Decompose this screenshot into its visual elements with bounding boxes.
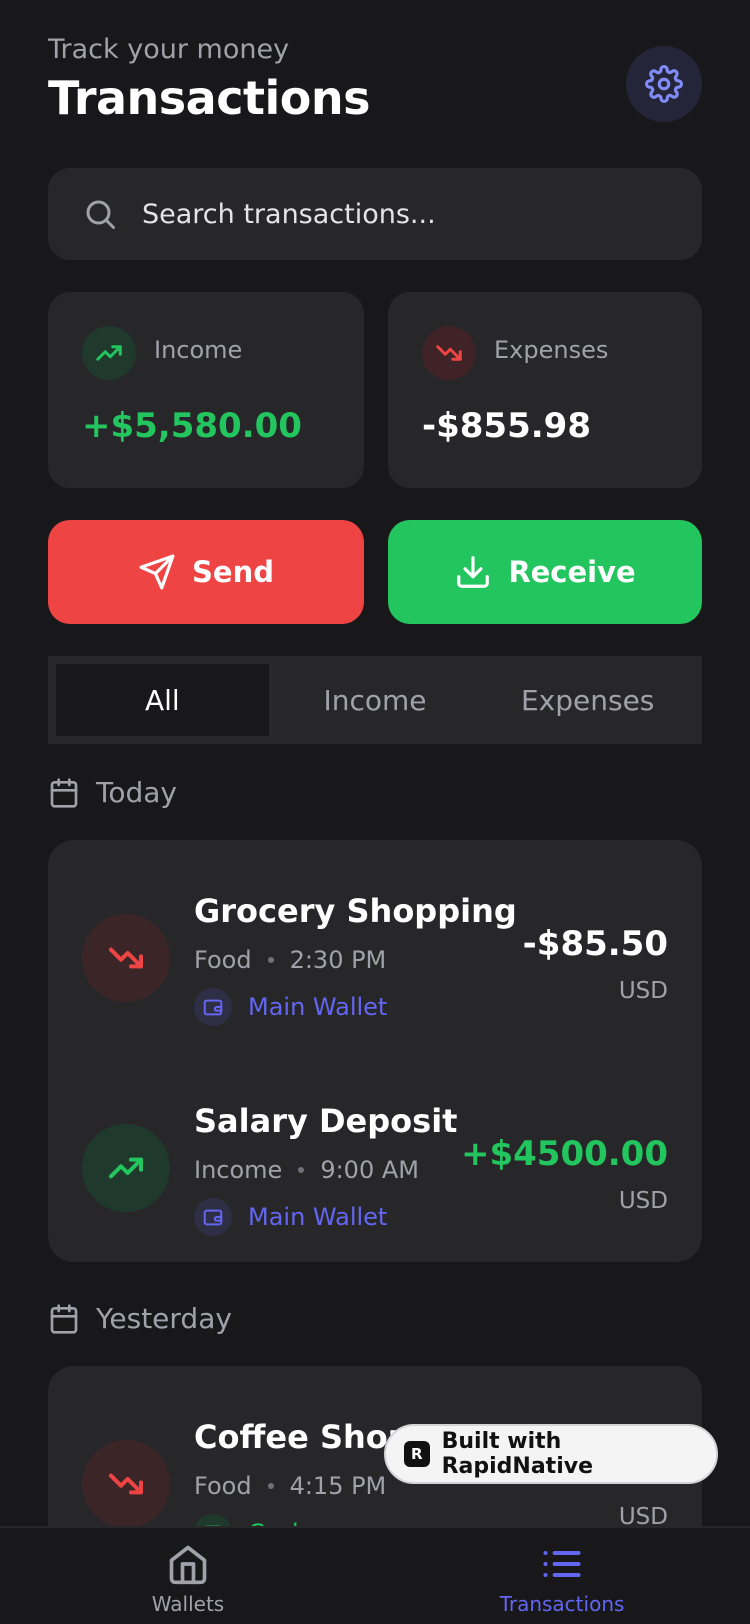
download-icon bbox=[457, 556, 490, 588]
search-placeholder: Search transactions... bbox=[142, 198, 436, 230]
transaction-title: Coffee Shop bbox=[194, 1418, 411, 1456]
list-icon bbox=[543, 1550, 581, 1578]
transaction-title: Grocery Shopping bbox=[194, 892, 517, 930]
wallet-name: Main Wallet bbox=[248, 1203, 388, 1231]
wallet-icon bbox=[194, 1198, 232, 1236]
transaction-time: 4:15 PM bbox=[289, 1472, 387, 1500]
wallet-icon bbox=[194, 988, 232, 1026]
search-icon bbox=[86, 200, 115, 229]
tab-all[interactable]: All bbox=[56, 664, 269, 736]
receive-button[interactable]: Receive bbox=[388, 520, 702, 624]
calendar-icon bbox=[50, 1303, 78, 1334]
transaction-meta: Food 2:30 PM bbox=[194, 946, 386, 974]
transaction-currency: USD bbox=[618, 978, 668, 1004]
trending-down-icon bbox=[82, 1440, 170, 1528]
page-title: Transactions bbox=[48, 71, 370, 125]
transaction-category: Food bbox=[194, 946, 252, 974]
search-input[interactable]: Search transactions... bbox=[48, 168, 702, 260]
separator-dot bbox=[267, 1483, 274, 1489]
transaction-amount: -$85.50 bbox=[522, 924, 668, 964]
trending-down-icon bbox=[82, 914, 170, 1002]
expenses-value: -$855.98 bbox=[422, 406, 591, 446]
separator-dot bbox=[267, 957, 274, 963]
income-summary-card: Income +$5,580.00 bbox=[48, 292, 364, 488]
page-subtitle: Track your money bbox=[48, 34, 290, 65]
date-label: Yesterday bbox=[96, 1302, 232, 1335]
transaction-category: Income bbox=[194, 1156, 283, 1184]
income-value: +$5,580.00 bbox=[82, 406, 302, 446]
transaction-group-card: Grocery Shopping Food 2:30 PM Main Walle… bbox=[48, 840, 702, 1262]
nav-label: Wallets bbox=[151, 1592, 225, 1616]
transactions-screen: Track your money Transactions Search tra… bbox=[0, 0, 750, 1624]
home-icon bbox=[169, 1545, 207, 1585]
transaction-time: 9:00 AM bbox=[320, 1156, 419, 1184]
tab-income[interactable]: Income bbox=[269, 664, 482, 736]
transaction-amount: +$4500.00 bbox=[460, 1134, 668, 1174]
nav-label: Transactions bbox=[499, 1592, 625, 1616]
wallet-name: Main Wallet bbox=[248, 993, 388, 1021]
income-label: Income bbox=[154, 336, 243, 364]
rapidnative-logo-icon: R bbox=[404, 1441, 430, 1467]
nav-item-transactions[interactable]: Transactions bbox=[462, 1542, 662, 1616]
tab-expenses[interactable]: Expenses bbox=[481, 664, 694, 736]
transaction-meta: Food 4:15 PM bbox=[194, 1472, 386, 1500]
transaction-category: Food bbox=[194, 1472, 252, 1500]
expenses-label: Expenses bbox=[494, 336, 609, 364]
filter-tabs: All Income Expenses bbox=[48, 656, 702, 744]
transaction-currency: USD bbox=[618, 1188, 668, 1214]
badge-text: Built with RapidNative bbox=[441, 1429, 593, 1479]
transaction-meta: Income 9:00 AM bbox=[194, 1156, 419, 1184]
transaction-row[interactable]: Grocery Shopping Food 2:30 PM Main Walle… bbox=[48, 854, 702, 1034]
trending-down-icon bbox=[422, 326, 476, 380]
date-header-yesterday: Yesterday bbox=[48, 1302, 232, 1335]
header: Track your money Transactions bbox=[48, 34, 702, 134]
transaction-title: Salary Deposit bbox=[194, 1102, 458, 1140]
transaction-wallet: Main Wallet bbox=[194, 988, 387, 1026]
send-icon bbox=[139, 554, 175, 590]
transaction-row[interactable]: Salary Deposit Income 9:00 AM Main Walle… bbox=[48, 1064, 702, 1244]
gear-icon bbox=[645, 65, 683, 103]
date-label: Today bbox=[96, 776, 177, 809]
transaction-time: 2:30 PM bbox=[289, 946, 387, 974]
date-header-today: Today bbox=[48, 776, 177, 809]
trending-up-icon bbox=[82, 326, 136, 380]
bottom-nav: Wallets Transactions bbox=[0, 1526, 750, 1624]
send-label: Send bbox=[192, 555, 274, 589]
receive-label: Receive bbox=[508, 555, 636, 589]
nav-item-wallets[interactable]: Wallets bbox=[88, 1542, 288, 1616]
calendar-icon bbox=[50, 777, 78, 808]
built-with-badge[interactable]: R Built with RapidNative bbox=[384, 1424, 718, 1484]
expenses-summary-card: Expenses -$855.98 bbox=[388, 292, 702, 488]
settings-button[interactable] bbox=[626, 46, 702, 122]
separator-dot bbox=[298, 1167, 305, 1173]
trending-up-icon bbox=[82, 1124, 170, 1212]
transaction-wallet: Main Wallet bbox=[194, 1198, 387, 1236]
send-button[interactable]: Send bbox=[48, 520, 364, 624]
